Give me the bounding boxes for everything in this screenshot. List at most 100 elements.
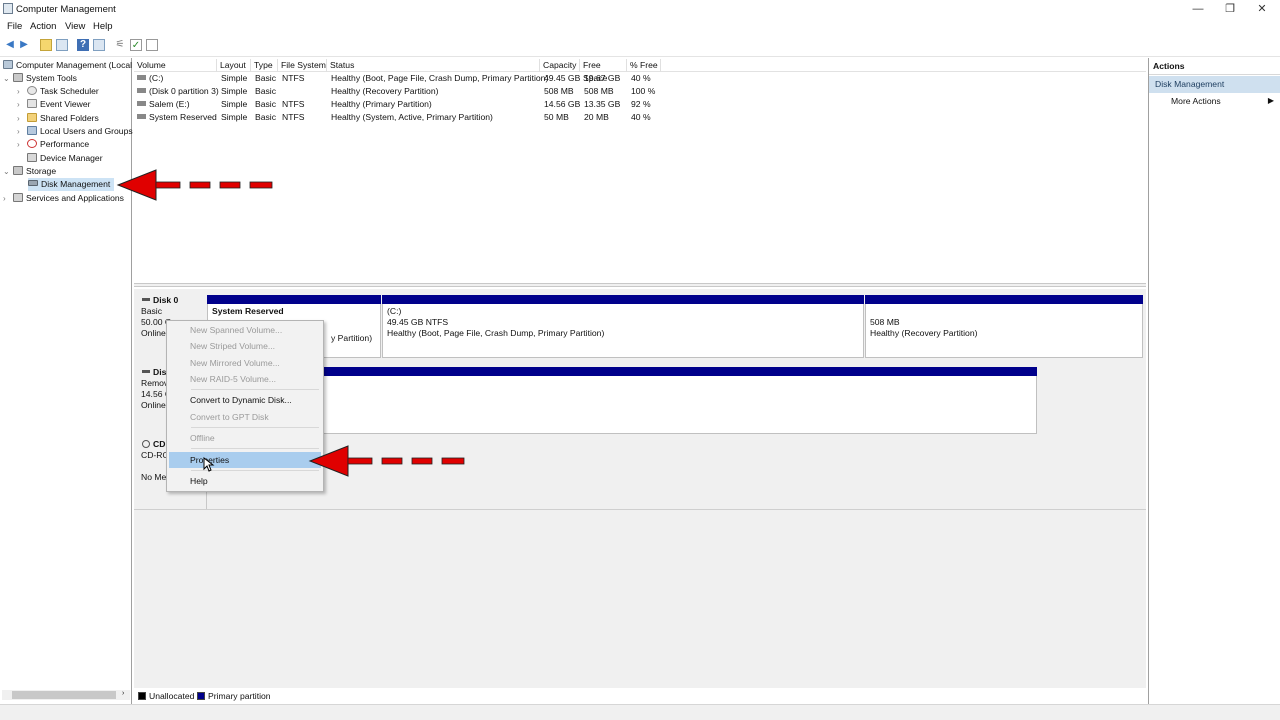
column-type[interactable]: Type <box>251 59 278 72</box>
actions-section-disk-management[interactable]: Disk Management <box>1149 76 1280 93</box>
view-icon[interactable] <box>146 39 158 51</box>
storage-icon <box>13 166 23 175</box>
volume-icon <box>137 75 146 80</box>
menu-properties[interactable]: Properties <box>169 452 321 468</box>
close-button[interactable]: ✕ <box>1254 2 1270 16</box>
primary-partition-bar <box>207 295 381 304</box>
context-menu: New Spanned Volume... New Striped Volume… <box>166 320 324 492</box>
pane-splitter[interactable] <box>134 283 1146 287</box>
chevron-down-icon[interactable]: ⌄ <box>3 72 13 85</box>
primary-partition-bar <box>207 367 1037 376</box>
table-row[interactable]: System Reserved Simple Basic NTFS Health… <box>134 111 1146 124</box>
menu-file[interactable]: File <box>7 21 22 32</box>
help-icon[interactable]: ? <box>77 39 89 51</box>
tree-item-services-applications[interactable]: › Services and Applications <box>3 192 124 205</box>
chevron-right-icon[interactable]: › <box>17 112 27 125</box>
forward-icon[interactable]: ▶ <box>18 39 30 51</box>
menu-help[interactable]: Help <box>93 21 113 32</box>
menu-new-mirrored-volume[interactable]: New Mirrored Volume... <box>169 355 321 371</box>
menu-separator <box>191 448 319 449</box>
menu-view[interactable]: View <box>65 21 85 32</box>
menu-help[interactable]: Help <box>169 473 321 489</box>
actions-title: Actions <box>1149 58 1280 75</box>
folder-icon <box>27 113 37 122</box>
scroll-right-icon[interactable]: › <box>122 690 124 697</box>
tree-item-storage[interactable]: ⌄ Storage <box>3 165 56 178</box>
column-percent-free[interactable]: % Free <box>627 59 661 72</box>
horizontal-scrollbar[interactable]: › <box>2 690 130 700</box>
column-file-system[interactable]: File System <box>278 59 327 72</box>
chevron-right-icon[interactable]: › <box>17 138 27 151</box>
tree-item-shared-folders[interactable]: › Shared Folders <box>17 112 99 125</box>
tree-item-disk-management[interactable]: Disk Management <box>28 178 115 191</box>
minimize-button[interactable]: — <box>1190 2 1206 16</box>
toolbar-divider <box>0 56 1280 57</box>
tree-item-performance[interactable]: › Performance <box>17 138 89 151</box>
show-hide-tree-icon[interactable] <box>56 39 68 51</box>
chevron-right-icon[interactable]: › <box>17 85 27 98</box>
menu-action[interactable]: Action <box>30 21 56 32</box>
column-layout[interactable]: Layout <box>217 59 251 72</box>
menu-offline[interactable]: Offline <box>169 430 321 446</box>
tree-item-computer-management[interactable]: Computer Management (Local <box>3 59 132 72</box>
tree-item-device-manager[interactable]: Device Manager <box>17 152 103 165</box>
tree-item-task-scheduler[interactable]: › Task Scheduler <box>17 85 99 98</box>
services-icon <box>13 193 23 202</box>
volume-icon <box>137 101 146 106</box>
annotation-arrow-icon <box>308 445 465 477</box>
chevron-right-icon[interactable]: ▶ <box>1268 96 1274 105</box>
chevron-right-icon[interactable]: › <box>3 192 13 205</box>
legend: Unallocated Primary partition <box>134 688 1146 704</box>
tree-item-local-users[interactable]: › Local Users and Groups <box>17 125 133 138</box>
menu-new-striped-volume[interactable]: New Striped Volume... <box>169 338 321 354</box>
clock-icon <box>27 86 37 95</box>
back-icon[interactable]: ◀ <box>4 39 16 51</box>
more-actions-link[interactable]: More Actions <box>1171 96 1221 106</box>
partition-c[interactable]: (C:) 49.45 GB NTFS Healthy (Boot, Page F… <box>382 295 864 358</box>
navigation-tree: Computer Management (Local ⌄ System Tools… <box>0 58 133 704</box>
partition-salem-e[interactable] <box>207 367 1037 434</box>
table-row[interactable]: (Disk 0 partition 3) Simple Basic Health… <box>134 85 1146 98</box>
graph-divider <box>134 509 1146 510</box>
device-icon <box>27 153 37 162</box>
scrollbar-thumb[interactable] <box>12 691 116 699</box>
tree-item-event-viewer[interactable]: › Event Viewer <box>17 98 90 111</box>
menu-convert-to-dynamic-disk[interactable]: Convert to Dynamic Disk... <box>169 392 321 408</box>
tools-icon <box>13 73 23 82</box>
disk-icon <box>28 180 38 186</box>
table-row[interactable]: Salem (E:) Simple Basic NTFS Healthy (Pr… <box>134 98 1146 111</box>
chevron-down-icon[interactable]: ⌄ <box>3 165 13 178</box>
menu-convert-to-gpt-disk[interactable]: Convert to GPT Disk <box>169 409 321 425</box>
column-status[interactable]: Status <box>327 59 540 72</box>
computer-management-icon <box>3 3 13 14</box>
menu-new-spanned-volume[interactable]: New Spanned Volume... <box>169 322 321 338</box>
menu-separator <box>191 427 319 428</box>
mouse-cursor-icon <box>203 457 215 472</box>
disk-icon <box>142 298 150 301</box>
window-title: Computer Management <box>16 4 116 15</box>
chevron-right-icon[interactable]: › <box>17 125 27 138</box>
primary-partition-bar <box>382 295 864 304</box>
checklist-icon[interactable]: ✓ <box>130 39 142 51</box>
toolbar: ◀ ▶ ? ⚟ ✓ <box>0 37 1280 53</box>
restore-button[interactable]: ❐ <box>1222 2 1238 16</box>
legend-unallocated-swatch <box>138 692 146 700</box>
partition-recovery[interactable]: 508 MB Healthy (Recovery Partition) <box>865 295 1143 358</box>
chevron-right-icon[interactable]: › <box>17 98 27 111</box>
table-row[interactable]: (C:) Simple Basic NTFS Healthy (Boot, Pa… <box>134 72 1146 85</box>
menu-new-raid5-volume[interactable]: New RAID-5 Volume... <box>169 371 321 387</box>
properties-icon[interactable] <box>93 39 105 51</box>
volume-icon <box>137 114 146 119</box>
up-folder-icon[interactable] <box>40 39 52 51</box>
menu-bar: File Action View Help <box>0 20 1280 34</box>
computer-icon <box>3 60 13 69</box>
users-icon <box>27 126 37 135</box>
column-capacity[interactable]: Capacity <box>540 59 580 72</box>
primary-partition-bar <box>865 295 1143 304</box>
connect-icon[interactable]: ⚟ <box>114 39 126 51</box>
tree-item-system-tools[interactable]: ⌄ System Tools <box>3 72 77 85</box>
column-free-space[interactable]: Free Space <box>580 59 627 83</box>
annotation-arrow-icon <box>116 169 273 201</box>
column-volume[interactable]: Volume <box>134 59 217 72</box>
performance-icon <box>27 139 37 148</box>
